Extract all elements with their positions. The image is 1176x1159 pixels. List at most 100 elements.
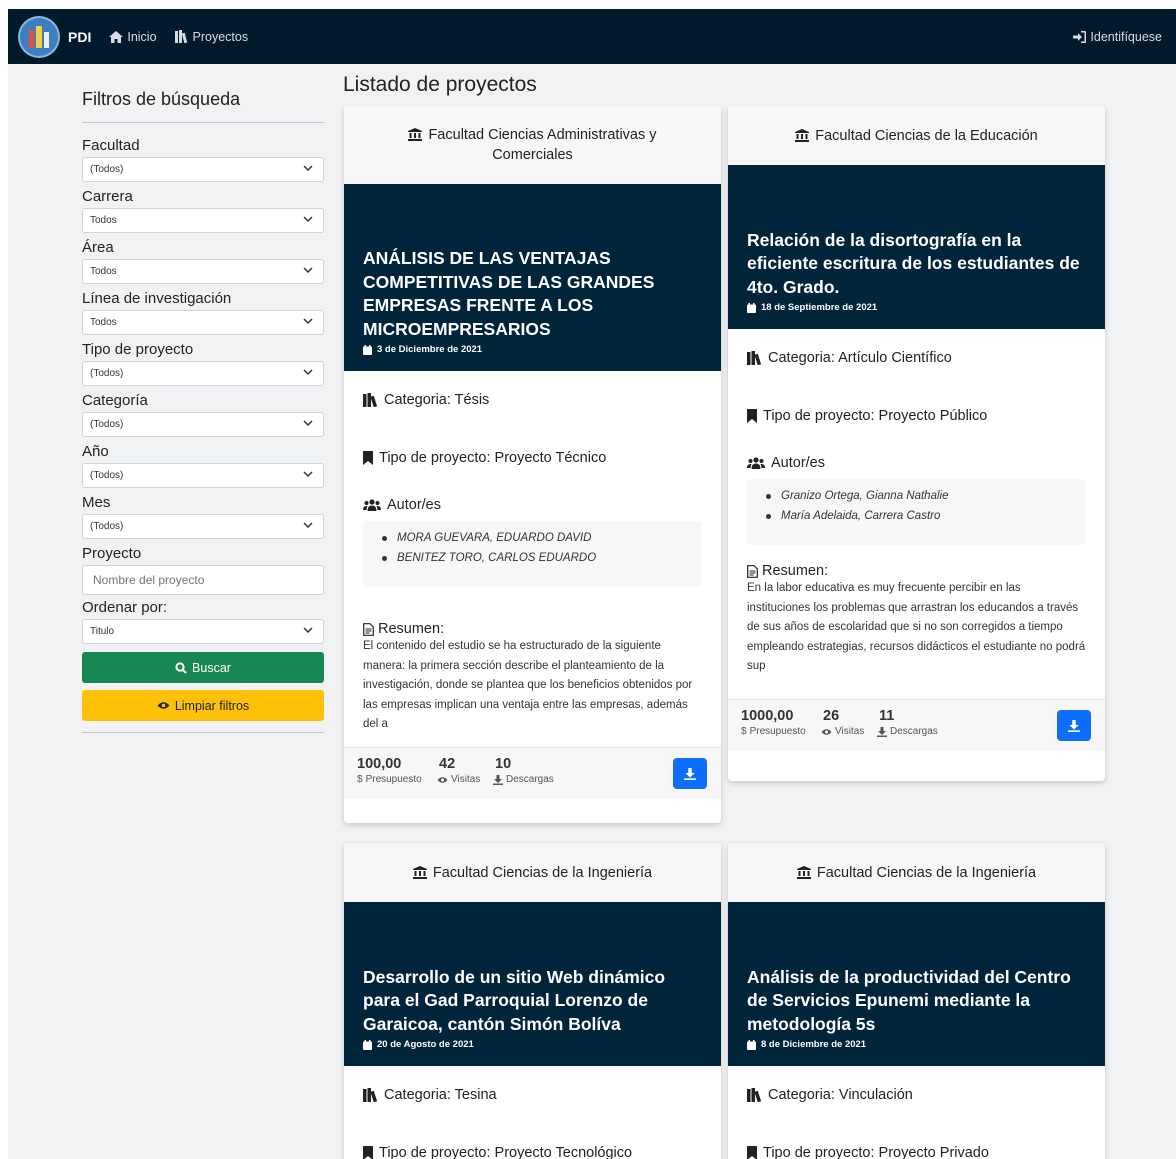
select-value: (Todos) [90, 521, 124, 532]
chevron-down-icon [303, 419, 313, 430]
card-category: Categoria: Tesina [344, 1066, 721, 1124]
card-stats: 100,00 $ Presupuesto 42 Visitas 10 Descar… [344, 747, 721, 799]
login-label: Identifíquese [1090, 29, 1162, 44]
authors-label: Autor/es [387, 497, 441, 513]
filter-label-categoria: Categoría [82, 392, 148, 409]
budget-label: $ Presupuesto [357, 774, 422, 785]
project-card: Facultad Ciencias de la Ingeniería Análi… [728, 843, 1105, 1159]
project-type-text: Tipo de proyecto: Proyecto Tecnológico [379, 1145, 633, 1159]
summary-text: El contenido del estudio se ha estructur… [363, 640, 693, 730]
card-hero: ANÁLISIS DE LAS VENTAJAS COMPETITIVAS DE… [344, 184, 721, 371]
card-project-type: Tipo de proyecto: Proyecto Tecnológico [344, 1124, 721, 1159]
facultad-select[interactable]: (Todos) [82, 157, 324, 182]
authors-title: Autor/es [747, 455, 1086, 471]
project-date: 3 de Diciembre de 2021 [363, 344, 702, 355]
books-icon [174, 30, 189, 43]
nav-link-proyectos[interactable]: Proyectos [174, 29, 249, 44]
card-authors: Autor/es Granizo Ortega, Gianna Nathalie… [728, 455, 1105, 545]
project-date: 18 de Septiembre de 2021 [747, 302, 1086, 313]
anio-select[interactable]: (Todos) [82, 463, 324, 488]
books-icon [363, 393, 378, 407]
card-faculty: Facultad Ciencias de la Educación [728, 106, 1105, 165]
project-title[interactable]: Análisis de la productividad del Centro … [747, 966, 1086, 1037]
select-value: Todos [90, 317, 117, 328]
order-by-select[interactable]: Titulo [82, 619, 324, 644]
summary-title: Resumen: [728, 563, 1105, 579]
views-value: 42 [439, 756, 456, 772]
calendar-icon [363, 344, 372, 355]
dollar-icon: $ [357, 774, 363, 785]
project-title[interactable]: Desarrollo de un sitio Web dinámico para… [363, 966, 702, 1037]
budget-value: 100,00 [357, 756, 402, 772]
books-icon [747, 1088, 762, 1102]
project-type-text: Tipo de proyecto: Proyecto Privado [763, 1145, 989, 1159]
search-button-label: Buscar [192, 660, 231, 675]
budget-stat: 100,00 $ Presupuesto [357, 756, 422, 785]
filter-label-anio: Año [82, 443, 109, 460]
brand-name[interactable]: PDI [68, 29, 91, 45]
chevron-down-icon [303, 317, 313, 328]
books-icon [747, 351, 762, 365]
faculty-name: Facultad Ciencias de la Educación [815, 127, 1038, 144]
area-select[interactable]: Todos [82, 259, 324, 284]
author-item: Granizo Ortega, Gianna Nathalie [761, 487, 1072, 507]
category-text: Categoria: Vinculación [768, 1087, 913, 1103]
file-text-icon [747, 564, 758, 578]
card-faculty: Facultad Ciencias de la Ingeniería [728, 843, 1105, 902]
navbar: PDI Inicio Proyectos Identifíquese [8, 9, 1176, 64]
filter-label-carrera: Carrera [82, 188, 133, 205]
project-date: 8 de Diciembre de 2021 [747, 1039, 1086, 1050]
books-icon [363, 1088, 378, 1102]
views-label: Visitas [821, 726, 864, 737]
login-link[interactable]: Identifíquese [1073, 30, 1162, 44]
bookmark-icon [747, 1146, 757, 1159]
select-value: (Todos) [90, 164, 124, 175]
download-button[interactable] [1057, 710, 1091, 741]
page: PDI Inicio Proyectos Identifíquese Filtr… [8, 9, 1176, 1159]
card-authors: Autor/es MORA GUEVARA, EDUARDO DAVID BEN… [344, 497, 721, 587]
nav-link-label: Proyectos [192, 29, 249, 44]
eye-icon [157, 701, 170, 710]
users-icon [363, 499, 381, 511]
select-value: Todos [90, 215, 117, 226]
nav-link-inicio[interactable]: Inicio [109, 29, 157, 44]
downloads-label: Descargas [493, 774, 554, 785]
select-value: (Todos) [90, 368, 124, 379]
university-icon [796, 865, 811, 879]
linea-select[interactable]: Todos [82, 310, 324, 335]
file-text-icon [363, 622, 374, 636]
logo[interactable] [20, 17, 58, 56]
clear-filters-button[interactable]: Limpiar filtros [82, 690, 324, 721]
page-title: Listado de proyectos [343, 73, 537, 96]
card-stats: 1000,00 $ Presupuesto 26 Visitas 11 Desca… [728, 699, 1105, 751]
views-stat: 42 Visitas [437, 756, 480, 785]
tipo-select[interactable]: (Todos) [82, 361, 324, 386]
download-button[interactable] [673, 758, 707, 789]
category-text: Categoria: Tésis [384, 392, 490, 408]
carrera-select[interactable]: Todos [82, 208, 324, 233]
users-icon [747, 457, 765, 469]
project-name-input[interactable]: Nombre del proyecto [82, 565, 324, 595]
mes-select[interactable]: (Todos) [82, 514, 324, 539]
project-title[interactable]: Relación de la disortografía en la efici… [747, 229, 1086, 300]
categoria-select[interactable]: (Todos) [82, 412, 324, 437]
order-by-label: Ordenar por: [82, 599, 168, 616]
divider [82, 732, 324, 733]
budget-value: 1000,00 [741, 708, 794, 724]
home-icon [109, 30, 124, 43]
filter-label-linea: Línea de investigación [82, 290, 232, 307]
project-title[interactable]: ANÁLISIS DE LAS VENTAJAS COMPETITIVAS DE… [363, 247, 702, 341]
summary-label: Resumen: [762, 563, 829, 579]
select-value: (Todos) [90, 419, 124, 430]
nav-link-label: Inicio [127, 29, 157, 44]
summary-label: Resumen: [378, 621, 445, 637]
download-icon [684, 767, 696, 780]
search-button[interactable]: Buscar [82, 652, 324, 683]
downloads-label-text: Descargas [506, 774, 554, 785]
card-category: Categoria: Tésis [344, 371, 721, 429]
dollar-icon: $ [741, 726, 747, 737]
calendar-icon [747, 302, 756, 313]
filter-label-proyecto: Proyecto [82, 545, 142, 562]
summary-title: Resumen: [344, 621, 721, 637]
filter-label-facultad: Facultad [82, 137, 140, 154]
